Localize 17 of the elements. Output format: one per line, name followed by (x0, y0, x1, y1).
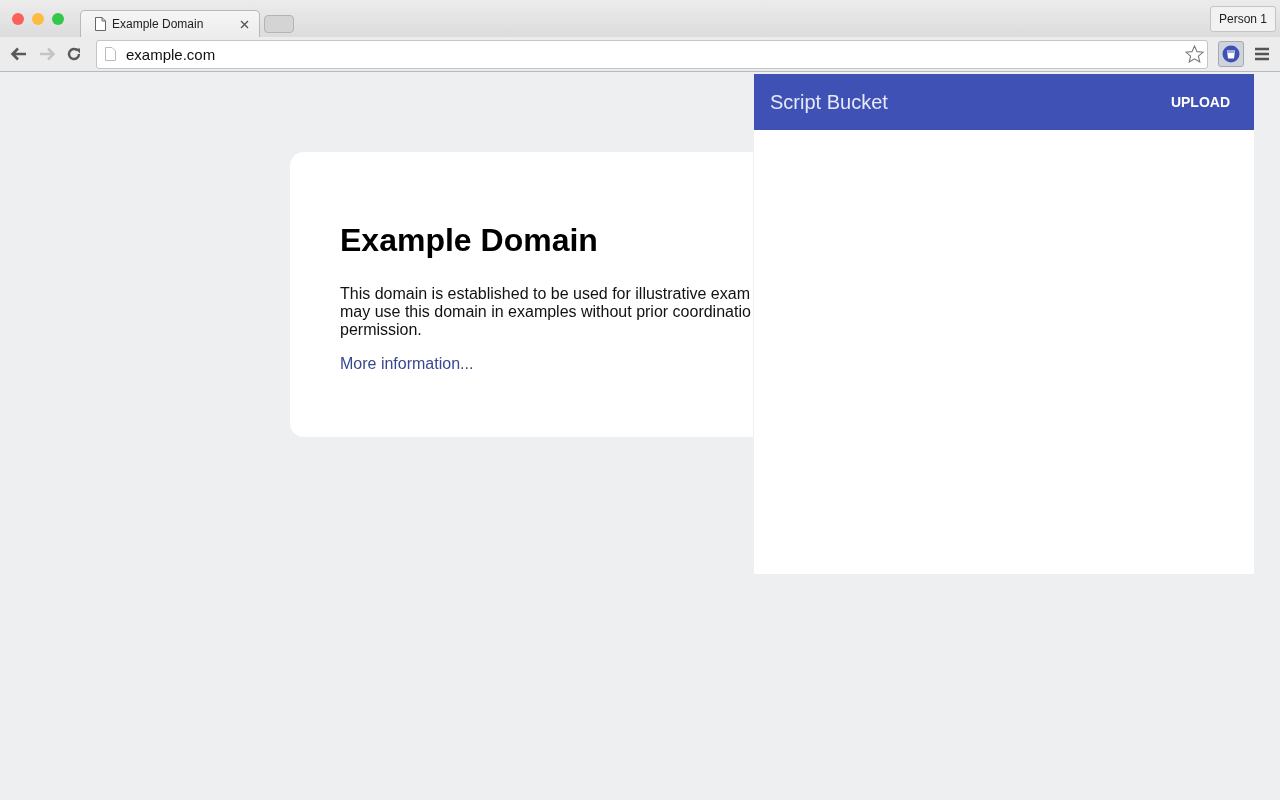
page-icon (95, 17, 106, 31)
popup-title: Script Bucket (770, 90, 888, 114)
paragraph: This domain is established to be used for illustrative exam may use this domain in examples without prior coordinatio permission. (340, 285, 752, 339)
star-icon[interactable] (1185, 45, 1204, 63)
reload-icon[interactable] (66, 46, 82, 62)
profile-button[interactable]: Person 1 (1209, 6, 1276, 32)
close-tab-icon[interactable] (240, 19, 249, 29)
close-window-button[interactable] (12, 13, 24, 25)
browser-tab[interactable]: Example Domain (80, 10, 260, 37)
page-icon (105, 47, 116, 61)
extension-button[interactable] (1218, 41, 1244, 67)
page-heading: Example Domain (340, 222, 599, 259)
back-icon[interactable] (10, 46, 28, 62)
more-information-link[interactable]: More information... (340, 355, 474, 372)
upload-button[interactable]: UPLOAD (1170, 90, 1230, 114)
address-field[interactable]: example.com (96, 39, 1208, 69)
menu-icon[interactable] (1254, 47, 1270, 61)
